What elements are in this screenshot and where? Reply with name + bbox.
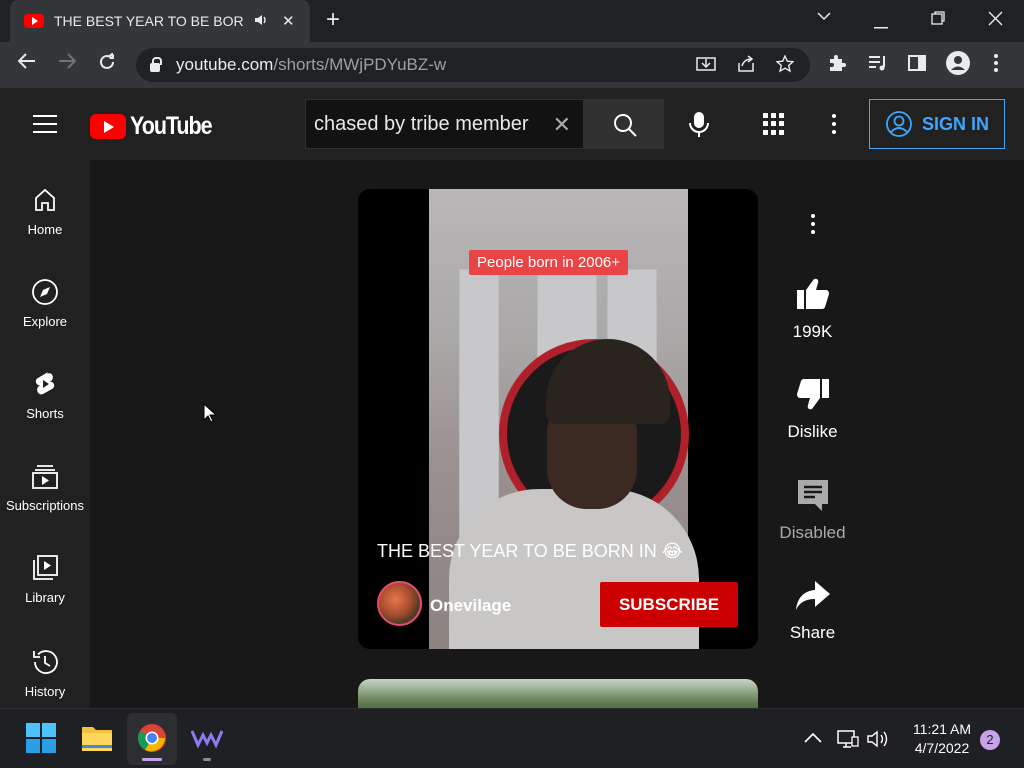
close-window-button[interactable]: [988, 11, 1003, 31]
browser-tab-strip: THE BEST YEAR TO BE BORN IN 😂 - YouTube …: [0, 0, 1024, 42]
share-arrow-icon: [795, 581, 830, 610]
compass-icon: [32, 279, 58, 305]
sign-in-button[interactable]: SIGN IN: [869, 99, 1005, 149]
chevron-up-icon[interactable]: [804, 731, 822, 749]
notification-count-badge[interactable]: 2: [980, 730, 1000, 750]
dislike-button[interactable]: Dislike: [775, 377, 850, 442]
forward-button[interactable]: [58, 53, 77, 74]
clock-date: 4/7/2022: [914, 740, 970, 756]
youtube-logo-text: YouTube: [130, 112, 213, 140]
restore-button[interactable]: [931, 11, 945, 30]
sidebar-item-label: History: [24, 684, 66, 699]
sidebar-item-label: Library: [25, 590, 65, 605]
minimize-button[interactable]: [874, 16, 888, 34]
sidebar-item-label: Home: [27, 222, 63, 237]
search-button[interactable]: [584, 99, 664, 149]
sidebar-item-label: Subscriptions: [5, 498, 85, 513]
extensions-puzzle-icon[interactable]: [828, 54, 846, 77]
channel-name[interactable]: Onevilage: [430, 596, 511, 616]
comments-button: Disabled: [775, 478, 850, 543]
video-overlay-caption: People born in 2006+: [469, 250, 629, 275]
thumbs-down-icon: [796, 379, 829, 410]
sign-in-label: SIGN IN: [922, 113, 990, 134]
subscriptions-icon: [32, 465, 58, 489]
search-input[interactable]: chased by tribe member ✕: [305, 99, 584, 149]
settings-menu-icon[interactable]: [832, 114, 836, 138]
side-panel-icon[interactable]: [908, 54, 926, 77]
sidebar-item-library[interactable]: Library: [0, 554, 90, 634]
mouse-cursor-icon: [203, 403, 217, 423]
like-button[interactable]: 199K: [775, 277, 850, 342]
bookmark-star-icon[interactable]: [775, 54, 795, 78]
short-title[interactable]: THE BEST YEAR TO BE BORN IN 😂: [377, 541, 683, 562]
share-button[interactable]: Share: [775, 580, 850, 643]
app-logo-icon[interactable]: [190, 729, 224, 754]
thumbs-up-icon: [796, 278, 829, 309]
network-icon[interactable]: [837, 729, 859, 754]
shorts-icon: [35, 372, 55, 395]
youtube-play-icon: [90, 114, 126, 139]
microphone-icon[interactable]: [686, 111, 712, 144]
media-controls-icon[interactable]: [868, 54, 888, 77]
short-more-options-icon[interactable]: [811, 214, 815, 238]
sidebar-item-explore[interactable]: Explore: [0, 278, 90, 358]
url-host: youtube.com: [176, 55, 274, 74]
tab-close-button[interactable]: ✕: [282, 12, 295, 30]
share-label: Share: [789, 623, 836, 642]
youtube-header: YouTube chased by tribe member ✕ SIGN IN: [0, 88, 1024, 160]
share-page-icon[interactable]: [736, 55, 756, 78]
app-running-indicator: [203, 758, 211, 761]
lock-icon[interactable]: [150, 56, 162, 72]
youtube-favicon-icon: [24, 14, 44, 28]
comment-icon: [797, 480, 828, 511]
volume-icon[interactable]: [867, 729, 891, 754]
install-app-icon[interactable]: [696, 55, 716, 78]
library-icon: [33, 555, 58, 580]
like-count: 199K: [792, 322, 833, 341]
hamburger-menu-icon[interactable]: [33, 115, 57, 133]
chrome-running-indicator: [142, 758, 162, 761]
apps-grid-icon[interactable]: [763, 113, 785, 135]
home-icon: [35, 188, 55, 211]
browser-tab[interactable]: THE BEST YEAR TO BE BORN IN 😂 - YouTube …: [10, 0, 310, 42]
sidebar-item-subscriptions[interactable]: Subscriptions: [0, 462, 90, 542]
browser-menu-icon[interactable]: [994, 54, 998, 77]
account-icon: [886, 111, 912, 137]
video-frame: People born in 2006+: [429, 189, 699, 649]
sidebar-item-shorts[interactable]: Shorts: [0, 370, 90, 450]
profile-icon[interactable]: [946, 51, 970, 80]
chrome-icon[interactable]: [137, 723, 167, 758]
sidebar-item-home[interactable]: Home: [0, 186, 90, 266]
shorts-video-player[interactable]: People born in 2006+ THE BEST YEAR TO BE…: [358, 189, 758, 649]
search-icon: [614, 114, 637, 137]
dislike-label: Dislike: [787, 422, 838, 441]
speaker-icon[interactable]: [254, 14, 268, 29]
history-icon: [33, 650, 58, 674]
sidebar-item-label: Explore: [22, 314, 68, 329]
reload-button[interactable]: [98, 52, 116, 76]
windows-taskbar: 11:21 AM 4/7/2022 2: [0, 708, 1024, 768]
clock-time: 11:21 AM: [912, 721, 972, 737]
channel-avatar[interactable]: [377, 581, 422, 626]
comments-disabled-label: Disabled: [779, 523, 846, 542]
system-clock[interactable]: 11:21 AM 4/7/2022: [904, 720, 980, 758]
tab-title: THE BEST YEAR TO BE BORN IN 😂 - YouTube: [54, 12, 244, 29]
youtube-logo[interactable]: YouTube: [90, 112, 225, 141]
clear-search-button[interactable]: ✕: [553, 112, 571, 138]
sidebar: Home Explore Shorts Subscriptions Librar…: [0, 160, 90, 708]
url-path: /shorts/MWjPDYuBZ-w: [273, 55, 447, 74]
search-query: chased by tribe member: [314, 112, 529, 135]
tab-search-button[interactable]: [817, 8, 831, 26]
address-bar[interactable]: youtube.com/shorts/MWjPDYuBZ-w: [136, 48, 810, 82]
sidebar-item-label: Shorts: [26, 406, 64, 421]
browser-toolbar: youtube.com/shorts/MWjPDYuBZ-w: [0, 42, 1024, 88]
new-tab-button[interactable]: +: [326, 8, 340, 32]
file-explorer-icon[interactable]: [81, 723, 113, 758]
windows-start-icon[interactable]: [26, 723, 56, 758]
subscribe-button[interactable]: SUBSCRIBE: [600, 582, 738, 627]
back-button[interactable]: [17, 53, 36, 74]
